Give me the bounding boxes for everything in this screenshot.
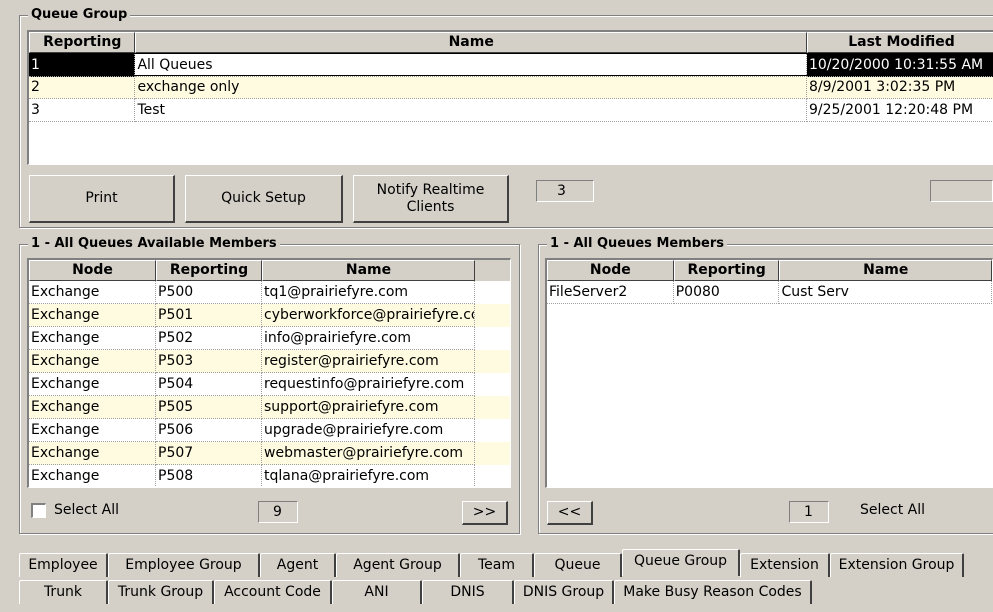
reporting-cell: 2 xyxy=(29,76,136,99)
tab-trunk-group[interactable]: Trunk Group xyxy=(108,580,214,604)
reporting-cell: P506 xyxy=(156,419,262,442)
print-button[interactable]: Print xyxy=(29,175,175,223)
col-name-header[interactable]: Name xyxy=(779,260,992,281)
tab-extension-group[interactable]: Extension Group xyxy=(830,553,964,577)
name-cell: register@prairiefyre.com xyxy=(262,350,475,373)
reporting-cell: P500 xyxy=(156,281,262,304)
col-name-header[interactable]: Name xyxy=(135,32,807,53)
table-row[interactable]: Exchange P504 requestinfo@prairiefyre.co… xyxy=(29,373,510,396)
reporting-cell: P508 xyxy=(156,465,262,487)
queue-group-title: Queue Group xyxy=(28,7,131,23)
queue-group-extra-field xyxy=(930,180,993,202)
node-cell: Exchange xyxy=(29,304,156,327)
table-row[interactable]: FileServer2 P0080 Cust Serv xyxy=(547,281,992,304)
name-cell: Test xyxy=(135,99,807,122)
tab-employee-group[interactable]: Employee Group xyxy=(108,553,260,577)
members-header: Node Reporting Name xyxy=(547,260,992,281)
tab-agent[interactable]: Agent xyxy=(260,553,336,577)
node-cell: Exchange xyxy=(29,465,156,487)
quick-setup-button[interactable]: Quick Setup xyxy=(185,175,343,223)
node-cell: Exchange xyxy=(29,350,156,373)
col-reporting-header[interactable]: Reporting xyxy=(29,32,136,53)
queue-group-count-field: 3 xyxy=(536,180,594,202)
reporting-cell: 1 xyxy=(29,54,136,77)
table-row[interactable]: Exchange P505 support@prairiefyre.com xyxy=(29,396,510,419)
notify-realtime-clients-button[interactable]: Notify Realtime Clients xyxy=(353,175,509,223)
table-row[interactable]: Exchange P502 info@prairiefyre.com xyxy=(29,327,510,350)
name-cell: info@prairiefyre.com xyxy=(262,327,475,350)
reporting-cell: P503 xyxy=(156,350,262,373)
available-count-field: 9 xyxy=(258,501,298,523)
node-cell: Exchange xyxy=(29,327,156,350)
reporting-cell: P502 xyxy=(156,327,262,350)
tab-dnis-group[interactable]: DNIS Group xyxy=(514,580,614,604)
queue-members-title: 1 - All Queues Members xyxy=(547,236,728,252)
node-cell: FileServer2 xyxy=(547,281,674,304)
modified-cell: 10/20/2000 10:31:55 AM xyxy=(806,54,993,77)
tab-dnis[interactable]: DNIS xyxy=(422,580,514,604)
node-cell: Exchange xyxy=(29,419,156,442)
queue-group-header: Reporting Name Last Modified xyxy=(29,32,993,53)
tab-team[interactable]: Team xyxy=(460,553,534,577)
name-cell: webmaster@prairiefyre.com xyxy=(262,442,475,465)
table-row[interactable]: 3 Test 9/25/2001 12:20:48 PM xyxy=(29,99,993,122)
available-members-title: 1 - All Queues Available Members xyxy=(28,236,280,252)
name-cell: requestinfo@prairiefyre.com xyxy=(262,373,475,396)
tab-employee[interactable]: Employee xyxy=(19,553,108,577)
table-row[interactable]: Exchange P506 upgrade@prairiefyre.com xyxy=(29,419,510,442)
available-select-all-checkbox[interactable] xyxy=(31,503,46,518)
tab-make-busy-reason-codes[interactable]: Make Busy Reason Codes xyxy=(614,580,812,604)
col-name-header[interactable]: Name xyxy=(262,260,475,281)
reporting-cell: P505 xyxy=(156,396,262,419)
tab-ani[interactable]: ANI xyxy=(332,580,422,604)
remove-member-button[interactable]: << xyxy=(547,501,593,525)
available-members-grid[interactable]: Node Reporting Name Exchange P500 tq1@pr… xyxy=(27,258,511,488)
col-reporting-header[interactable]: Reporting xyxy=(673,260,780,281)
modified-cell: 9/25/2001 12:20:48 PM xyxy=(806,99,993,122)
tab-trunk[interactable]: Trunk xyxy=(19,580,108,604)
members-select-all-label[interactable]: Select All xyxy=(860,501,925,519)
col-reporting-header[interactable]: Reporting xyxy=(156,260,262,281)
reporting-cell: P507 xyxy=(156,442,262,465)
reporting-cell: P0080 xyxy=(673,281,780,304)
name-cell: upgrade@prairiefyre.com xyxy=(262,419,475,442)
node-cell: Exchange xyxy=(29,396,156,419)
node-cell: Exchange xyxy=(29,281,156,304)
members-count-field: 1 xyxy=(789,501,829,523)
name-cell: All Queues xyxy=(135,54,807,77)
name-cell: tq1@prairiefyre.com xyxy=(262,281,475,304)
tab-strip: Employee Employee Group Agent Agent Grou… xyxy=(19,549,993,612)
tab-agent-group[interactable]: Agent Group xyxy=(336,553,460,577)
table-row[interactable]: 2 exchange only 8/9/2001 3:02:35 PM xyxy=(29,76,993,99)
table-row[interactable]: Exchange P500 tq1@prairiefyre.com xyxy=(29,281,510,304)
tab-queue-group[interactable]: Queue Group xyxy=(622,549,740,576)
table-row[interactable]: Exchange P508 tqlana@prairiefyre.com xyxy=(29,465,510,487)
available-select-all-label[interactable]: Select All xyxy=(54,501,119,519)
col-node-header[interactable]: Node xyxy=(29,260,156,281)
tab-account-code[interactable]: Account Code xyxy=(214,580,332,604)
col-last-modified-header[interactable]: Last Modified xyxy=(806,32,993,53)
name-cell: exchange only xyxy=(135,76,807,99)
table-row[interactable]: Exchange P503 register@prairiefyre.com xyxy=(29,350,510,373)
reporting-cell: 3 xyxy=(29,99,136,122)
name-cell: Cust Serv xyxy=(779,281,992,304)
table-row[interactable]: 1 All Queues 10/20/2000 10:31:55 AM xyxy=(29,53,993,77)
modified-cell: 8/9/2001 3:02:35 PM xyxy=(806,76,993,99)
reporting-cell: P501 xyxy=(156,304,262,327)
queue-group-grid[interactable]: Reporting Name Last Modified 1 All Queue… xyxy=(27,30,993,165)
reporting-cell: P504 xyxy=(156,373,262,396)
name-cell: support@prairiefyre.com xyxy=(262,396,475,419)
add-member-button[interactable]: >> xyxy=(462,501,508,525)
node-cell: Exchange xyxy=(29,373,156,396)
table-row[interactable]: Exchange P501 cyberworkforce@prairiefyre… xyxy=(29,304,510,327)
name-cell: cyberworkforce@prairiefyre.com xyxy=(262,304,475,327)
tab-extension[interactable]: Extension xyxy=(740,553,830,577)
tab-queue[interactable]: Queue xyxy=(534,553,622,577)
node-cell: Exchange xyxy=(29,442,156,465)
available-header: Node Reporting Name xyxy=(29,260,510,281)
table-row[interactable]: Exchange P507 webmaster@prairiefyre.com xyxy=(29,442,510,465)
name-cell: tqlana@prairiefyre.com xyxy=(262,465,475,487)
col-node-header[interactable]: Node xyxy=(547,260,674,281)
queue-members-grid[interactable]: Node Reporting Name FileServer2 P0080 Cu… xyxy=(545,258,993,488)
